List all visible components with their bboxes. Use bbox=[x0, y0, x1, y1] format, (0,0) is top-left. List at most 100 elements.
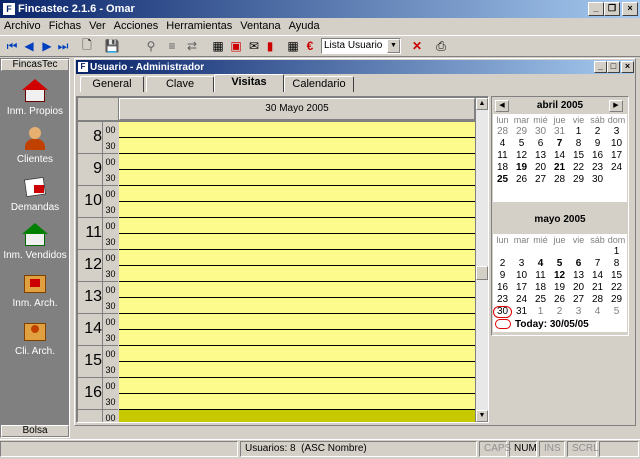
hour-label: 00 bbox=[78, 410, 118, 422]
tab-visitas[interactable]: Visitas bbox=[214, 74, 284, 92]
first-record-icon[interactable]: ⏮ bbox=[5, 38, 19, 54]
delete-icon[interactable]: ✕ bbox=[410, 38, 424, 54]
schedule-grid: 30 Mayo 2005 8 00 30 9 00 30 10 00 30 11 00 30 1… bbox=[76, 96, 489, 423]
tab-calendario[interactable]: Calendario bbox=[284, 76, 354, 92]
save-icon[interactable]: 💾 bbox=[105, 38, 120, 54]
menu-bar: Archivo Fichas Ver Acciones Herramientas… bbox=[4, 20, 328, 34]
archive-box-icon[interactable] bbox=[22, 271, 48, 295]
scroll-thumb[interactable] bbox=[476, 266, 488, 280]
chevron-down-icon[interactable]: ▼ bbox=[387, 39, 400, 53]
user-window-title: Usuario - Administrador bbox=[90, 61, 205, 73]
may-title: mayo 2005 bbox=[534, 214, 586, 225]
sidebar: FincasTec Inm. Propios Clientes Demandas… bbox=[0, 58, 70, 438]
sidebar-item-inm-propios[interactable]: Inm. Propios bbox=[5, 106, 65, 117]
sidebar-item-cli-arch[interactable]: Cli. Arch. bbox=[5, 346, 65, 357]
next-month-icon[interactable]: ▶ bbox=[609, 100, 623, 112]
status-scrl: SCRL bbox=[567, 441, 599, 457]
menu-herramientas[interactable]: Herramientas bbox=[166, 20, 232, 34]
clients-icon[interactable] bbox=[22, 127, 48, 151]
april-title: abril 2005 bbox=[536, 100, 584, 111]
april-week: 11 12 13 14 15 16 17 bbox=[497, 150, 623, 161]
menu-archivo[interactable]: Archivo bbox=[4, 20, 41, 34]
sidebar-item-inm-vendidos[interactable]: Inm. Vendidos bbox=[1, 250, 69, 261]
sidebar-bolsa-button[interactable]: Bolsa bbox=[1, 425, 69, 437]
minimize-icon[interactable]: _ bbox=[588, 2, 604, 16]
may-week: 9 10 11 12 13 14 15 bbox=[499, 270, 623, 281]
menu-ver[interactable]: Ver bbox=[89, 20, 106, 34]
sidebar-item-clientes[interactable]: Clientes bbox=[5, 154, 65, 165]
status-num: NUM bbox=[509, 441, 537, 457]
april-week: 18 19 20 21 22 23 24 bbox=[496, 162, 623, 173]
hour-label: 13 00 30 bbox=[78, 282, 118, 314]
menu-acciones[interactable]: Acciones bbox=[114, 20, 159, 34]
next-record-icon[interactable]: ▶ bbox=[40, 38, 54, 54]
sidebar-item-demandas[interactable]: Demandas bbox=[5, 202, 65, 213]
hour-label: 14 00 30 bbox=[78, 314, 118, 346]
today-date[interactable]: 30 bbox=[493, 306, 512, 318]
binoculars-icon[interactable]: ⚲ bbox=[143, 38, 159, 54]
schedule-date-header: 30 Mayo 2005 bbox=[119, 98, 475, 120]
hour-label: 15 00 30 bbox=[78, 346, 118, 378]
hour-label: 9 00 30 bbox=[78, 154, 118, 186]
scroll-up-icon[interactable]: ▲ bbox=[476, 98, 488, 110]
sidebar-title: FincasTec bbox=[1, 59, 69, 71]
april-dow-row: lun mar mié jue vie sáb dom bbox=[496, 115, 626, 125]
today-circle-icon bbox=[495, 319, 511, 329]
tab-clave[interactable]: Clave bbox=[146, 76, 214, 92]
hour-label: 8 00 30 bbox=[78, 122, 118, 154]
status-blank bbox=[0, 441, 238, 457]
calendar-may: lun mar mié jue vie sáb dom 1 2345678 9 10 11 12 1… bbox=[493, 234, 627, 332]
today-label: Today: 30/05/05 bbox=[515, 319, 589, 330]
child-maximize-icon[interactable]: □ bbox=[607, 61, 620, 73]
menu-ventana[interactable]: Ventana bbox=[240, 20, 280, 34]
may-header: mayo 2005 bbox=[493, 202, 627, 234]
sold-house-icon[interactable] bbox=[22, 223, 48, 247]
today-row[interactable]: Today: 30/05/05 bbox=[493, 318, 627, 332]
user-window-title-bar: F Usuario - Administrador _ □ × bbox=[76, 60, 634, 74]
sidebar-items: Inm. Propios Clientes Demandas Inm. Vend… bbox=[1, 73, 69, 433]
scroll-down-icon[interactable]: ▼ bbox=[476, 410, 488, 422]
slot-area[interactable] bbox=[119, 122, 475, 422]
restore-icon[interactable]: ❐ bbox=[604, 2, 620, 16]
house-icon[interactable] bbox=[22, 79, 48, 103]
may-dow-row: lun mar mié jue vie sáb dom bbox=[496, 235, 626, 245]
may-week: 1 bbox=[613, 246, 620, 257]
app-icon: F bbox=[3, 3, 15, 15]
demands-icon[interactable] bbox=[22, 175, 48, 199]
hour-label: 11 00 30 bbox=[78, 218, 118, 250]
hour-label: 10 00 30 bbox=[78, 186, 118, 218]
status-extra bbox=[599, 441, 639, 457]
tab-general[interactable]: General bbox=[80, 76, 144, 92]
april-week: 28 29 30 31 1 2 3 bbox=[496, 126, 620, 137]
sort-icon[interactable]: ⇄ bbox=[184, 38, 200, 54]
mail-icon[interactable]: ✉ bbox=[247, 38, 261, 54]
schedule-scrollbar[interactable]: ▲ ▼ bbox=[476, 98, 488, 422]
close-icon[interactable]: × bbox=[622, 2, 638, 16]
prev-month-icon[interactable]: ◀ bbox=[495, 100, 509, 112]
calendar-april: ◀ abril 2005 ▶ lun mar mié jue vie sáb dom 28 2… bbox=[493, 98, 627, 202]
menu-ayuda[interactable]: Ayuda bbox=[289, 20, 320, 34]
hour-label: 12 00 30 bbox=[78, 250, 118, 282]
client-archive-icon[interactable] bbox=[22, 319, 48, 343]
april-week: 4 5 6 7 8 9 10 bbox=[499, 138, 623, 149]
may-week: 23 24 25 26 27 28 29 bbox=[496, 294, 623, 305]
may-week: 2345678 bbox=[499, 258, 620, 269]
printer-icon[interactable]: ⎙ bbox=[433, 38, 449, 54]
menu-fichas[interactable]: Fichas bbox=[49, 20, 81, 34]
prev-record-icon[interactable]: ◀ bbox=[22, 38, 36, 54]
filter-icon[interactable]: ≡ bbox=[164, 38, 180, 54]
last-record-icon[interactable]: ⏭ bbox=[56, 38, 70, 54]
child-close-icon[interactable]: × bbox=[621, 61, 634, 73]
new-document-icon[interactable]: 🗋 bbox=[80, 38, 94, 54]
euro-icon[interactable]: € bbox=[303, 38, 317, 54]
april-week: 25 26 27 28 29 30 bbox=[496, 174, 604, 185]
toolbar bbox=[0, 35, 640, 57]
phone-icon[interactable]: ▮ bbox=[264, 38, 276, 54]
calculator-icon[interactable]: ▦ bbox=[286, 38, 300, 54]
list-combo[interactable]: Lista Usuario ▼ bbox=[321, 38, 401, 54]
sidebar-item-inm-arch[interactable]: Inm. Arch. bbox=[5, 298, 65, 309]
grid-icon[interactable]: ▦ bbox=[211, 38, 225, 54]
app-title: Fincastec 2.1.6 - Omar bbox=[18, 3, 135, 15]
agenda-icon[interactable]: ▣ bbox=[229, 38, 243, 54]
child-minimize-icon[interactable]: _ bbox=[594, 61, 607, 73]
